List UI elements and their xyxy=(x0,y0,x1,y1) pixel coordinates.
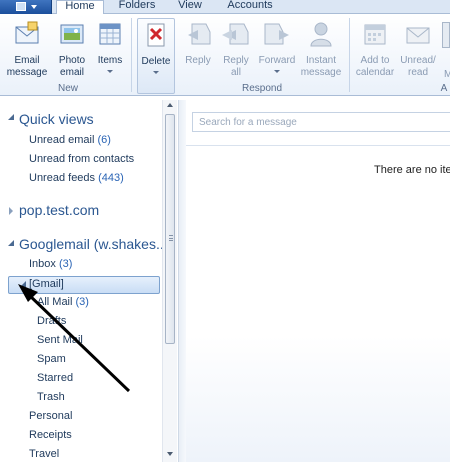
photo-email-button[interactable]: Photo email xyxy=(52,18,92,78)
folder-pane: Quick views Unread email (6) Unread from… xyxy=(0,100,178,462)
folder-item-unread-email[interactable]: Unread email (6) xyxy=(29,134,111,146)
delete-button[interactable]: Delete xyxy=(137,18,175,94)
email-message-icon xyxy=(15,21,39,44)
chevron-down-icon xyxy=(31,5,37,9)
add-to-calendar-button[interactable]: Add to calendar xyxy=(352,18,398,78)
folder-label: Unread from contacts xyxy=(29,153,135,165)
folder-count: (6) xyxy=(97,134,111,146)
search-input[interactable]: Search for a message xyxy=(192,112,450,132)
folder-count: (3) xyxy=(58,258,73,270)
group-label-respond: Respond xyxy=(241,83,283,94)
items-icon xyxy=(99,23,121,45)
reply-all-icon xyxy=(222,23,249,45)
folder-item-gmail[interactable]: [Gmail] xyxy=(29,278,64,290)
reply-all-label-2: all xyxy=(230,67,241,78)
folder-item-all-mail[interactable]: All Mail (3) xyxy=(37,296,89,308)
instant-message-label-2: message xyxy=(300,67,342,78)
expand-pop-account-icon[interactable] xyxy=(9,207,13,215)
folder-pane-scrollbar[interactable] xyxy=(162,100,177,462)
tab-accounts[interactable]: Accounts xyxy=(220,0,280,14)
unread-read-label-2: read xyxy=(407,67,428,78)
message-list-background xyxy=(186,336,450,462)
app-menu-button[interactable] xyxy=(0,0,52,14)
items-label: Items xyxy=(97,55,123,66)
unread-read-label-1: Unread/ xyxy=(400,55,436,66)
ribbon-separator xyxy=(349,18,350,92)
folder-count: (443) xyxy=(98,172,124,184)
email-message-label-1: Email xyxy=(14,55,40,66)
instant-message-icon xyxy=(310,22,332,47)
add-to-calendar-label-2: calendar xyxy=(355,67,395,78)
photo-email-icon xyxy=(60,24,84,44)
email-message-label-2: message xyxy=(6,67,48,78)
folder-item-personal[interactable]: Personal xyxy=(29,410,72,422)
ribbon-separator xyxy=(131,18,132,92)
reply-icon xyxy=(188,23,211,45)
calendar-icon xyxy=(364,24,386,45)
divider xyxy=(186,145,450,146)
folder-item-inbox[interactable]: Inbox (3) xyxy=(29,258,72,270)
account-header-pop[interactable]: pop.test.com xyxy=(19,202,99,218)
items-dropdown-arrow-icon xyxy=(107,70,113,73)
folder-count: (3) xyxy=(75,296,89,308)
folder-item-drafts[interactable]: Drafts xyxy=(37,315,66,327)
pane-splitter[interactable] xyxy=(178,100,186,462)
delete-label: Delete xyxy=(141,56,171,67)
unread-read-icon xyxy=(406,27,430,44)
quick-views-header[interactable]: Quick views xyxy=(19,111,94,127)
empty-list-message: There are no iter xyxy=(374,164,450,176)
items-button[interactable]: Items xyxy=(94,18,126,78)
folder-item-travel[interactable]: Travel xyxy=(29,448,59,460)
reply-button[interactable]: Reply xyxy=(179,18,217,78)
photo-email-label-1: Photo xyxy=(58,55,86,66)
folder-label: Inbox xyxy=(29,258,56,270)
delete-dropdown-arrow-icon xyxy=(153,71,159,74)
folder-item-sent-mail[interactable]: Sent Mail xyxy=(37,334,83,346)
collapse-quick-views-icon[interactable] xyxy=(8,114,14,120)
folder-item-starred[interactable]: Starred xyxy=(37,372,73,384)
forward-dropdown-arrow-icon xyxy=(274,70,280,73)
tab-home[interactable]: Home xyxy=(56,0,104,15)
folder-label: Unread email xyxy=(29,134,95,146)
account-header-googlemail[interactable]: Googlemail (w.shakes... xyxy=(19,236,168,252)
forward-icon xyxy=(264,23,289,45)
reply-all-label-1: Reply xyxy=(223,55,249,66)
instant-message-label-1: Instant xyxy=(305,55,337,66)
group-label-actions: A xyxy=(440,83,448,94)
instant-message-button[interactable]: Instant message xyxy=(299,18,343,78)
forward-label: Forward xyxy=(258,55,296,66)
scrollbar-thumb[interactable] xyxy=(165,114,175,344)
unread-read-button[interactable]: Unread/read xyxy=(397,18,439,78)
partial-ribbon-icon xyxy=(442,22,450,48)
forward-button[interactable]: Forward xyxy=(255,18,299,78)
photo-email-label-2: email xyxy=(60,67,84,78)
folder-item-receipts[interactable]: Receipts xyxy=(29,429,72,441)
ribbon-tab-bar: Home Folders View Accounts xyxy=(0,0,450,15)
folder-label: Unread feeds xyxy=(29,172,96,184)
folder-label: All Mail xyxy=(37,296,73,308)
group-label-new: New xyxy=(57,83,78,94)
scroll-up-icon[interactable] xyxy=(167,103,173,107)
folder-item-trash[interactable]: Trash xyxy=(37,391,65,403)
message-list-pane: Search for a message There are no iter xyxy=(186,100,450,462)
add-to-calendar-label-1: Add to xyxy=(360,55,390,66)
folder-item-unread-from-contacts[interactable]: Unread from contacts xyxy=(29,153,134,165)
collapse-googlemail-icon[interactable] xyxy=(8,240,14,246)
partial-ribbon-label: M xyxy=(444,69,450,80)
collapse-gmail-icon[interactable] xyxy=(20,281,26,287)
ribbon: Email message Photo email Items Delete R… xyxy=(0,14,450,96)
folder-item-spam[interactable]: Spam xyxy=(37,353,66,365)
grip-icon xyxy=(169,235,173,241)
delete-icon xyxy=(147,23,165,47)
reply-all-button[interactable]: Reply all xyxy=(217,18,255,78)
folder-item-unread-feeds[interactable]: Unread feeds (443) xyxy=(29,172,124,184)
email-message-button[interactable]: Email message xyxy=(6,18,48,78)
tab-view[interactable]: View xyxy=(172,0,208,14)
tab-folders[interactable]: Folders xyxy=(113,0,161,14)
app-menu-icon xyxy=(16,2,26,11)
scroll-down-icon[interactable] xyxy=(167,452,173,456)
reply-label: Reply xyxy=(185,55,211,66)
